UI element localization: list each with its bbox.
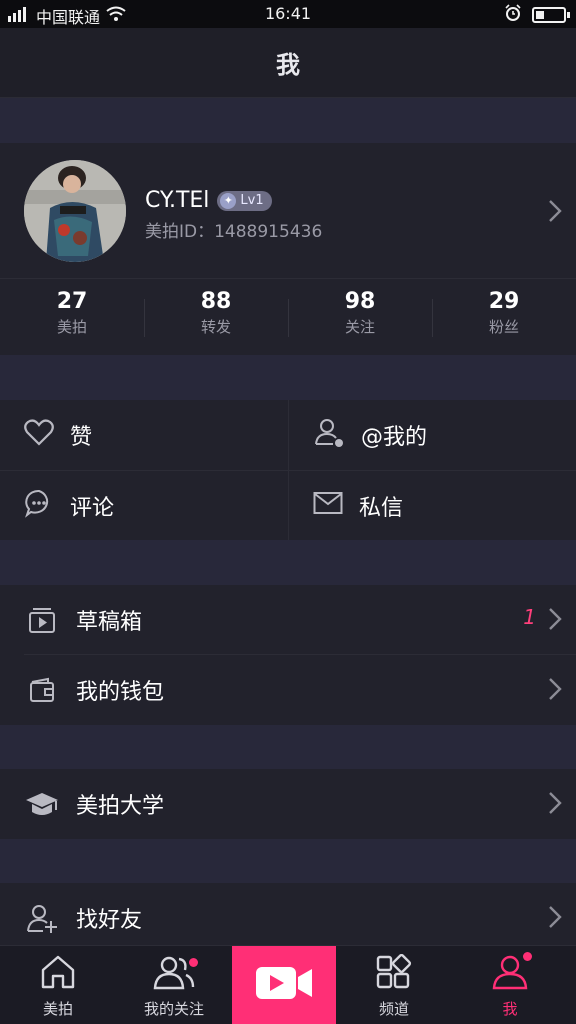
clock: 16:41 <box>264 4 312 23</box>
menu-group-3: 找好友 <box>0 883 576 945</box>
stat-label: 美拍 <box>56 318 87 336</box>
chevron-right-icon[interactable] <box>548 199 562 227</box>
wallet-row[interactable]: 我的钱包 <box>0 655 576 725</box>
person-at-icon <box>313 416 345 454</box>
comment-icon <box>24 488 54 524</box>
stat-following[interactable]: 98 关注 <box>288 279 432 355</box>
stat-label: 粉丝 <box>488 318 519 336</box>
tab-label: 我 <box>502 1000 518 1018</box>
messages-label: 私信 <box>359 495 404 521</box>
status-right <box>504 4 570 26</box>
stat-label: 转发 <box>200 318 231 336</box>
stat-reposts[interactable]: 88 转发 <box>144 279 288 355</box>
stat-value: 27 <box>56 289 88 314</box>
tab-following[interactable]: 我的关注 <box>116 946 232 1024</box>
chevron-right-icon <box>548 905 562 935</box>
menu-group-1: 草稿箱 1 我的钱包 <box>0 585 576 725</box>
find-friends-row[interactable]: 找好友 <box>0 883 576 945</box>
chevron-right-icon <box>548 677 562 707</box>
section-gap <box>0 839 576 883</box>
profile-icon <box>491 954 529 994</box>
tab-channels[interactable]: 频道 <box>336 946 452 1024</box>
page-title: 我 <box>276 51 300 79</box>
quick-grid: 赞 @我的 评论 私信 <box>0 400 576 540</box>
stat-value: 29 <box>488 289 520 314</box>
username-row: CY.TEl ✦ Lv1 <box>145 188 272 213</box>
university-label: 美拍大学 <box>76 794 165 819</box>
stat-value: 88 <box>200 289 232 314</box>
wallet-label: 我的钱包 <box>76 680 165 705</box>
stat-followers[interactable]: 29 粉丝 <box>432 279 576 355</box>
heart-icon <box>24 418 54 452</box>
tab-label: 美拍 <box>42 1000 73 1018</box>
page-header: 我 <box>0 28 576 98</box>
add-friend-icon <box>24 903 60 933</box>
tab-profile[interactable]: 我 <box>452 946 568 1024</box>
drafts-row[interactable]: 草稿箱 1 <box>0 585 576 655</box>
battery-icon <box>532 7 570 23</box>
section-gap <box>0 355 576 400</box>
drafts-label: 草稿箱 <box>76 610 143 635</box>
alarm-icon <box>504 4 522 26</box>
mentions-label: @我的 <box>361 425 428 450</box>
avatar[interactable] <box>24 160 126 262</box>
chevron-right-icon <box>548 607 562 637</box>
menu-group-2: 美拍大学 <box>0 769 576 839</box>
tab-label: 频道 <box>378 1000 409 1018</box>
star-icon: ✦ <box>220 192 237 209</box>
channels-icon <box>375 953 413 994</box>
profile-stats: 27 美拍 88 转发 98 关注 29 粉丝 <box>0 278 576 355</box>
section-gap <box>0 98 576 143</box>
stat-value: 98 <box>344 289 376 314</box>
stat-label: 关注 <box>344 318 375 336</box>
section-gap <box>0 725 576 769</box>
chevron-right-icon <box>548 791 562 821</box>
tab-label: 我的关注 <box>143 1000 204 1018</box>
graduation-cap-icon <box>24 790 60 818</box>
level-badge: ✦ Lv1 <box>217 190 272 211</box>
username: CY.TEl <box>145 188 210 213</box>
bottom-tab-bar: 美拍 我的关注 频道 我 <box>0 945 576 1024</box>
level-label: Lv1 <box>240 193 264 208</box>
status-bar: 中国联通 16:41 <box>0 0 576 28</box>
notification-dot <box>189 958 198 967</box>
home-icon <box>39 954 77 994</box>
section-gap <box>0 540 576 585</box>
mail-icon <box>313 491 343 521</box>
likes-label: 赞 <box>70 425 93 450</box>
drafts-icon <box>24 606 60 634</box>
meipai-id: 美拍ID：1488915436 <box>145 222 323 242</box>
comments-label: 评论 <box>70 495 115 521</box>
drafts-count: 1 <box>523 605 536 629</box>
stat-posts[interactable]: 27 美拍 <box>0 279 144 355</box>
comments-button[interactable]: 评论 <box>0 470 288 540</box>
likes-button[interactable]: 赞 <box>0 400 288 470</box>
university-row[interactable]: 美拍大学 <box>0 769 576 839</box>
video-camera-icon <box>254 964 314 1006</box>
find-friends-label: 找好友 <box>76 908 143 933</box>
record-video-button[interactable] <box>232 946 336 1024</box>
profile-card[interactable]: CY.TEl ✦ Lv1 美拍ID：1488915436 27 美拍 88 转发… <box>0 143 576 355</box>
notification-dot <box>523 952 532 961</box>
wallet-icon <box>24 676 60 704</box>
tab-home[interactable]: 美拍 <box>0 946 116 1024</box>
mentions-button[interactable]: @我的 <box>288 400 576 470</box>
messages-button[interactable]: 私信 <box>288 470 576 540</box>
